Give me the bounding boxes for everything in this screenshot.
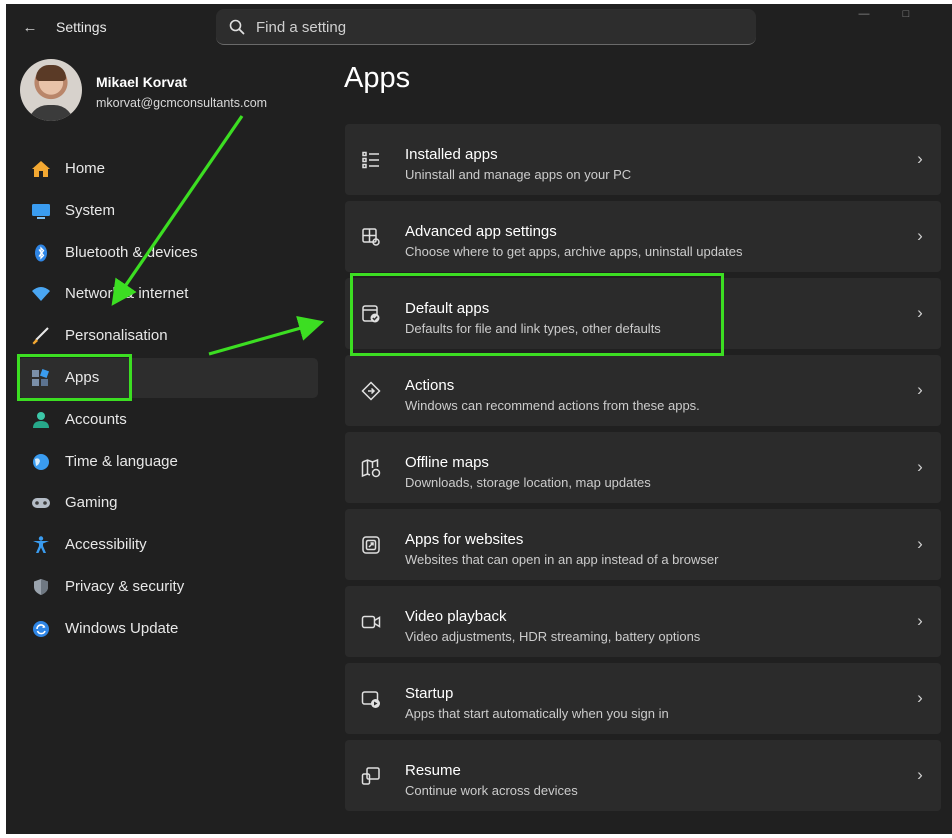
card-description: Video adjustments, HDR streaming, batter… xyxy=(405,629,701,644)
user-email: mkorvat@gcmconsultants.com xyxy=(96,96,268,110)
system-icon xyxy=(32,203,50,219)
highlight-box-default-apps xyxy=(350,273,724,356)
actions-icon xyxy=(361,381,381,401)
update-icon xyxy=(33,620,49,637)
sidebar-item-label: System xyxy=(65,201,116,219)
sidebar-item-label: Windows Update xyxy=(65,619,179,637)
sidebar-item-label: Privacy & security xyxy=(65,577,185,595)
page-title: Apps xyxy=(344,62,411,94)
card-title: Advanced app settings xyxy=(405,223,557,240)
sidebar-item-gaming[interactable]: Gaming xyxy=(18,483,318,523)
accessibility-icon xyxy=(33,536,49,554)
chevron-right-icon: › xyxy=(917,226,923,245)
chevron-right-icon: › xyxy=(917,765,923,784)
gamepad-icon xyxy=(32,498,50,509)
card-offline-maps[interactable]: Offline maps Downloads, storage location… xyxy=(345,432,941,503)
maximize-icon[interactable]: □ xyxy=(894,6,918,22)
card-startup[interactable]: Startup Apps that start automatically wh… xyxy=(345,663,941,734)
card-title: Actions xyxy=(405,377,455,394)
sidebar-item-time-language[interactable]: Time & language xyxy=(18,442,318,482)
card-title: Apps for websites xyxy=(405,531,524,548)
minimize-icon[interactable]: — xyxy=(852,6,876,22)
globe-icon xyxy=(33,453,49,470)
back-arrow-icon[interactable]: ← xyxy=(20,18,40,38)
card-title: Resume xyxy=(405,762,461,779)
chevron-right-icon: › xyxy=(917,688,923,707)
card-installed-apps[interactable]: Installed apps Uninstall and manage apps… xyxy=(345,124,941,195)
card-description: Websites that can open in an app instead… xyxy=(405,552,719,567)
card-resume[interactable]: Resume Continue work across devices › xyxy=(345,740,941,811)
accounts-icon xyxy=(33,411,49,428)
chevron-right-icon: › xyxy=(917,303,923,322)
startup-icon xyxy=(361,691,380,708)
map-icon xyxy=(361,458,381,478)
sidebar-item-personalisation[interactable]: Personalisation xyxy=(18,316,318,356)
settings-window: ← Settings — □ Mikael Korvat mkorvat@gcm… xyxy=(6,4,952,834)
app-title: Settings xyxy=(56,19,107,35)
card-title: Video playback xyxy=(405,608,507,625)
sidebar-item-label: Network & internet xyxy=(65,285,189,303)
chevron-right-icon: › xyxy=(917,457,923,476)
chevron-right-icon: › xyxy=(917,149,923,168)
chevron-right-icon: › xyxy=(917,534,923,553)
card-description: Continue work across devices xyxy=(405,783,578,798)
chevron-right-icon: › xyxy=(917,611,923,630)
card-description: Apps that start automatically when you s… xyxy=(405,706,669,721)
sidebar-item-label: Accounts xyxy=(65,410,127,428)
sidebar-item-system[interactable]: System xyxy=(18,191,318,231)
resume-icon xyxy=(361,767,380,785)
sidebar-item-accessibility[interactable]: Accessibility xyxy=(18,525,318,565)
sidebar-item-privacy-security[interactable]: Privacy & security xyxy=(18,567,318,607)
card-advanced-app-settings[interactable]: Advanced app settings Choose where to ge… xyxy=(345,201,941,272)
card-actions[interactable]: Actions Windows can recommend actions fr… xyxy=(345,355,941,426)
settings-list: Installed apps Uninstall and manage apps… xyxy=(345,124,941,817)
sidebar-item-windows-update[interactable]: Windows Update xyxy=(18,609,318,649)
home-icon xyxy=(32,161,50,177)
video-icon xyxy=(361,615,381,629)
avatar[interactable] xyxy=(20,59,82,121)
card-video-playback[interactable]: Video playback Video adjustments, HDR st… xyxy=(345,586,941,657)
sidebar-item-label: Personalisation xyxy=(65,327,168,345)
search-input[interactable] xyxy=(256,15,736,39)
sidebar-item-label: Bluetooth & devices xyxy=(65,243,198,261)
brush-icon xyxy=(32,327,49,345)
network-icon xyxy=(32,287,50,302)
user-name: Mikael Korvat xyxy=(96,74,188,90)
card-title: Startup xyxy=(405,685,454,702)
search-box[interactable] xyxy=(216,9,756,45)
app-settings-icon xyxy=(362,228,380,246)
sidebar-item-home[interactable]: Home xyxy=(18,149,318,189)
sidebar-item-label: Accessibility xyxy=(65,536,147,554)
sidebar-item-label: Gaming xyxy=(65,494,118,512)
sidebar-item-label: Home xyxy=(65,160,106,177)
card-description: Choose where to get apps, archive apps, … xyxy=(405,244,743,259)
sidebar-item-label: Time & language xyxy=(65,452,178,470)
bluetooth-icon xyxy=(35,244,47,262)
sidebar-item-bluetooth[interactable]: Bluetooth & devices xyxy=(18,233,318,273)
card-description: Windows can recommend actions from these… xyxy=(405,398,700,413)
sidebar-item-network[interactable]: Network & internet xyxy=(18,274,318,314)
card-apps-for-websites[interactable]: Apps for websites Websites that can open… xyxy=(345,509,941,580)
card-description: Downloads, storage location, map updates xyxy=(405,475,651,490)
list-icon xyxy=(362,151,379,169)
card-title: Offline maps xyxy=(405,454,489,471)
search-icon xyxy=(229,19,245,35)
sidebar-item-accounts[interactable]: Accounts xyxy=(18,400,318,440)
chevron-right-icon: › xyxy=(917,380,923,399)
shield-icon xyxy=(34,578,48,595)
highlight-box-apps xyxy=(17,354,132,401)
card-description: Uninstall and manage apps on your PC xyxy=(405,167,632,182)
app-website-icon xyxy=(362,536,380,554)
card-title: Installed apps xyxy=(405,146,498,163)
